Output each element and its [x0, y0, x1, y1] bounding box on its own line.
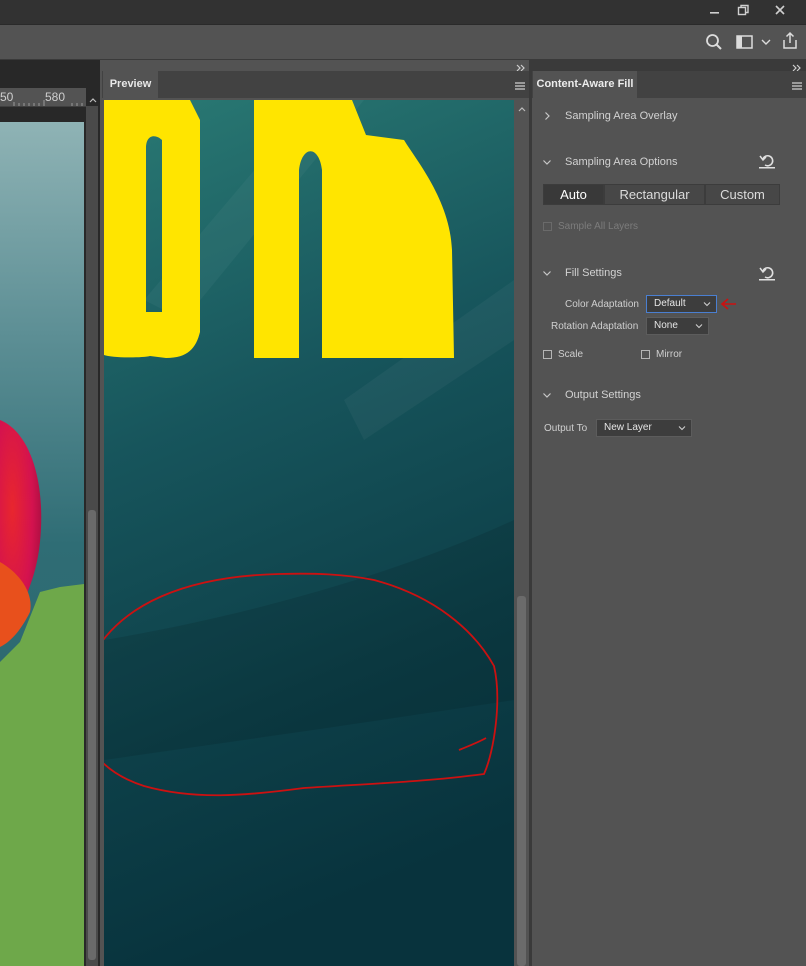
sampling-custom-button[interactable]: Custom [705, 184, 780, 205]
minimize-icon [710, 12, 719, 14]
canvas-scroll-thumb[interactable] [88, 510, 96, 960]
chevron-down-icon[interactable] [542, 157, 552, 167]
chevron-down-icon[interactable] [542, 390, 552, 400]
rotation-adaptation-value: None [654, 320, 678, 331]
right-panel-collapse-button[interactable] [789, 60, 805, 72]
horizontal-ruler: 50 580 [0, 88, 86, 107]
color-adaptation-label: Color Adaptation [565, 299, 639, 310]
chevron-down-icon [678, 426, 686, 431]
close-icon [775, 5, 785, 15]
rotation-adaptation-select[interactable]: None [646, 317, 709, 335]
preview-scroll-thumb[interactable] [517, 596, 526, 966]
tab-content-aware-fill[interactable]: Content-Aware Fill [533, 71, 637, 98]
output-to-value: New Layer [604, 422, 652, 433]
color-adaptation-value: Default [654, 298, 686, 309]
search-button[interactable] [704, 32, 724, 52]
mirror-label: Mirror [656, 349, 683, 360]
search-icon [706, 34, 722, 50]
preview-panel-menu[interactable] [513, 79, 527, 91]
chevron-right-icon[interactable] [542, 111, 552, 121]
restore-button[interactable] [730, 2, 756, 20]
right-panel-header-strip [529, 60, 806, 71]
sampling-rectangular-button[interactable]: Rectangular [604, 184, 705, 205]
section-sampling-area-overlay[interactable]: Sampling Area Overlay [565, 110, 678, 122]
document-image [0, 122, 84, 966]
ruler-ticks [13, 100, 83, 106]
panel-menu-icon [792, 82, 802, 90]
chevron-down-icon [703, 302, 711, 307]
color-adaptation-select[interactable]: Default [646, 295, 717, 313]
output-to-label: Output To [544, 423, 588, 434]
preview-image [104, 100, 514, 966]
restore-icon [737, 4, 749, 16]
chevron-down-icon[interactable] [542, 268, 552, 278]
scale-label: Scale [558, 349, 584, 360]
workspace-switcher[interactable] [735, 32, 773, 52]
mirror-checkbox[interactable] [641, 350, 650, 359]
workspace-icon [736, 35, 771, 49]
scale-checkbox[interactable] [543, 350, 552, 359]
reset-icon[interactable] [758, 153, 776, 169]
chevron-down-icon [695, 324, 703, 329]
annotation-arrow-icon [720, 298, 736, 310]
chevron-up-icon [518, 107, 526, 112]
section-output-settings[interactable]: Output Settings [565, 389, 641, 401]
output-to-select[interactable]: New Layer [596, 419, 692, 437]
rotation-adaptation-label: Rotation Adaptation [551, 321, 639, 332]
share-button[interactable] [780, 31, 800, 51]
cafill-panel-menu[interactable] [790, 79, 804, 91]
sample-all-layers-checkbox[interactable] [543, 222, 552, 231]
tab-preview[interactable]: Preview [103, 71, 158, 98]
options-bar [0, 25, 806, 60]
share-icon [783, 31, 797, 49]
preview-collapse-button[interactable] [513, 60, 529, 72]
chevron-up-icon [89, 98, 97, 103]
close-button[interactable] [767, 2, 793, 20]
sampling-auto-button[interactable]: Auto [543, 184, 604, 205]
minimize-button[interactable] [701, 2, 727, 20]
section-fill-settings[interactable]: Fill Settings [565, 267, 622, 279]
annotation-circle [104, 572, 499, 797]
preview-tab-bar [102, 71, 529, 98]
ruler-scroll-up[interactable] [88, 92, 98, 103]
panel-menu-icon [515, 82, 525, 90]
reset-icon[interactable] [758, 265, 776, 281]
title-bar [0, 0, 806, 25]
section-sampling-area-options[interactable]: Sampling Area Options [565, 156, 678, 168]
sample-all-layers-label: Sample All Layers [558, 221, 639, 232]
